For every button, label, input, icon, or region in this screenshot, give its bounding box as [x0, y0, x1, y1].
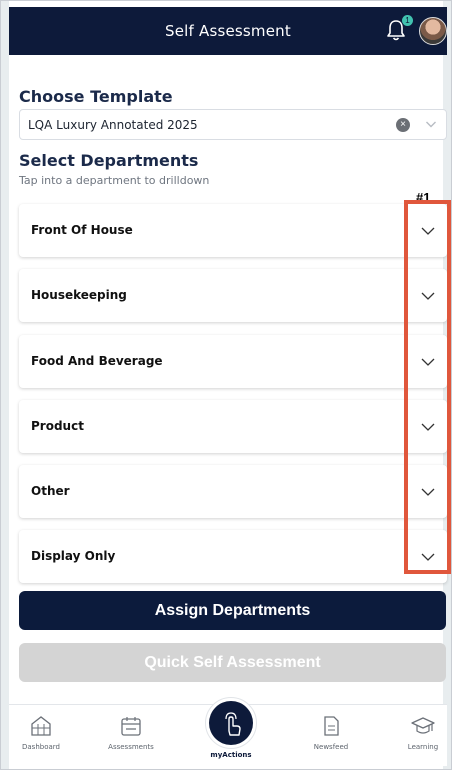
choose-template-label: Choose Template: [19, 87, 173, 106]
department-label: Product: [31, 419, 84, 433]
chevron-down-icon[interactable]: [421, 487, 435, 497]
nav-item-assessments[interactable]: Assessments: [99, 715, 163, 751]
chevron-down-icon[interactable]: [421, 357, 435, 367]
department-front-of-house[interactable]: Front Of House: [19, 204, 447, 257]
tap-icon: [225, 712, 241, 736]
nav-item-dashboard[interactable]: Dashboard: [9, 715, 73, 751]
template-select[interactable]: LQA Luxury Annotated 2025 ×: [19, 109, 447, 140]
chevron-down-icon[interactable]: [421, 291, 435, 301]
app-screen: Self Assessment 1 Choose Template LQA Lu…: [0, 0, 452, 770]
graduation-cap-icon: [411, 717, 435, 734]
chevron-down-icon[interactable]: [421, 422, 435, 432]
nav-item-newsfeed[interactable]: Newsfeed: [299, 715, 363, 751]
assign-departments-button[interactable]: Assign Departments: [19, 591, 446, 630]
chevron-down-icon[interactable]: [421, 552, 435, 562]
nav-label-myactions: myActions: [210, 751, 252, 759]
chevron-down-icon[interactable]: [425, 118, 437, 130]
annotation-label: #1: [416, 190, 431, 205]
department-other[interactable]: Other: [19, 465, 447, 518]
app-header: Self Assessment 1: [9, 7, 447, 55]
department-display-only[interactable]: Display Only: [19, 530, 447, 583]
nav-item-learning[interactable]: Learning: [391, 715, 451, 751]
nav-label: Newsfeed: [313, 743, 349, 751]
avatar[interactable]: [419, 17, 447, 45]
bottom-navigation: Dashboard Assessments myActions Newsfeed: [9, 697, 447, 766]
left-border: [1, 1, 9, 769]
department-food-and-beverage[interactable]: Food And Beverage: [19, 335, 447, 388]
department-label: Housekeeping: [31, 288, 127, 302]
chevron-down-icon[interactable]: [421, 226, 435, 236]
department-product[interactable]: Product: [19, 400, 447, 453]
document-icon: [324, 716, 339, 736]
department-label: Other: [31, 484, 70, 498]
dashboard-icon: [31, 716, 51, 736]
nav-label: Assessments: [108, 743, 154, 751]
department-label: Display Only: [31, 549, 116, 563]
clear-icon[interactable]: ×: [396, 118, 410, 132]
myactions-button[interactable]: [209, 701, 253, 745]
notifications-button[interactable]: 1: [385, 15, 413, 44]
nav-label: Learning: [407, 743, 439, 751]
template-select-value: LQA Luxury Annotated 2025: [28, 118, 198, 132]
calendar-icon: [121, 717, 141, 736]
nav-label: Dashboard: [22, 743, 60, 751]
department-label: Food And Beverage: [31, 354, 163, 368]
quick-self-assessment-button[interactable]: Quick Self Assessment: [19, 643, 446, 682]
select-departments-label: Select Departments: [19, 151, 199, 170]
page-title: Self Assessment: [165, 22, 291, 40]
departments-hint: Tap into a department to drilldown: [19, 174, 210, 187]
department-label: Front Of House: [31, 223, 133, 237]
notification-badge: 1: [402, 15, 413, 26]
department-housekeeping[interactable]: Housekeeping: [19, 269, 447, 322]
